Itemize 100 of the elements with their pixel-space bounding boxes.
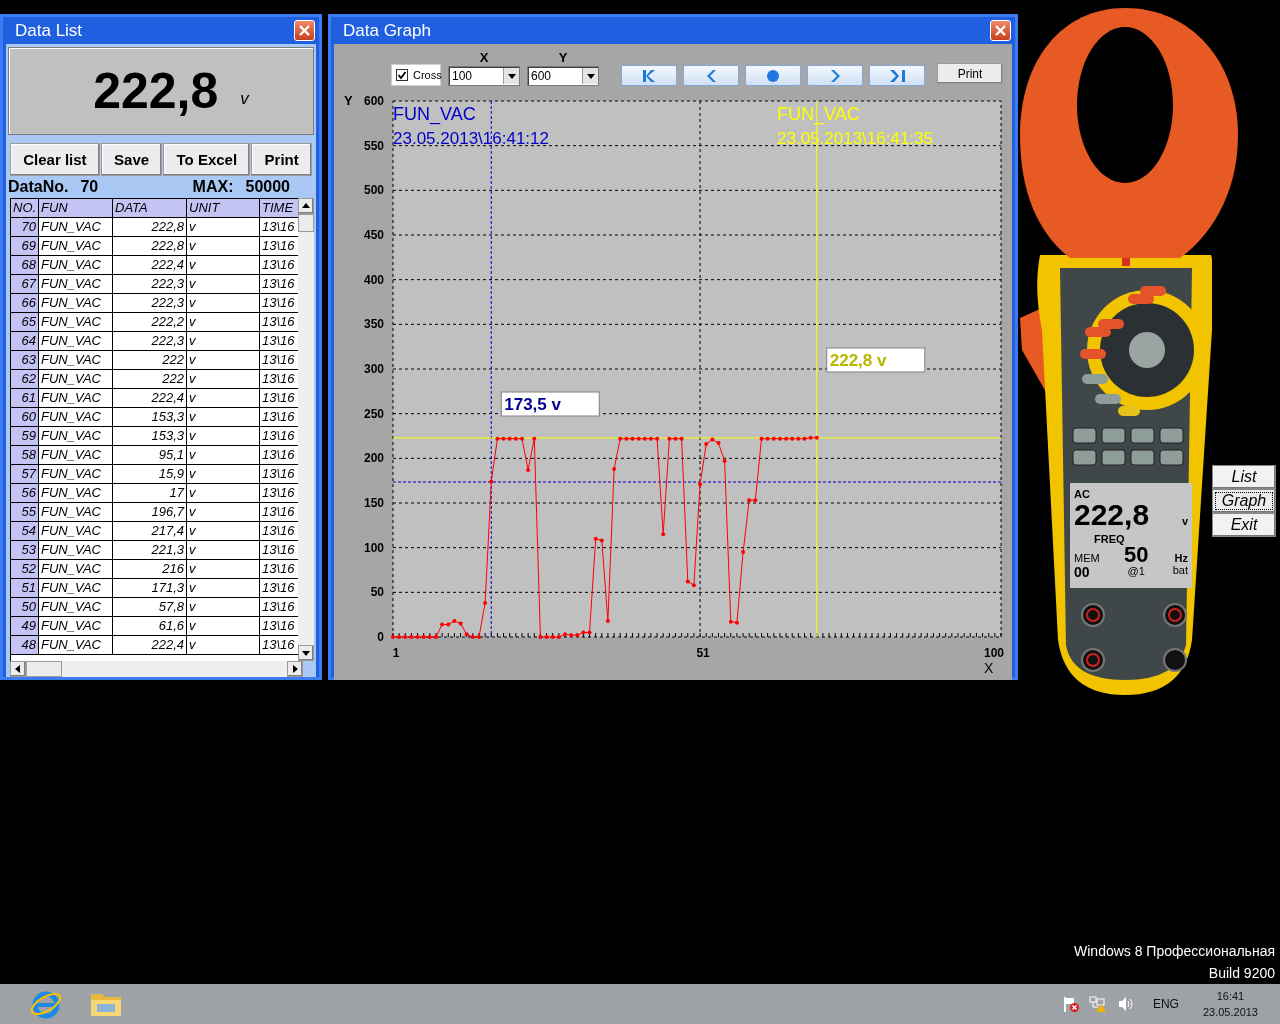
dot-icon <box>767 69 779 82</box>
column-header[interactable]: FUN <box>39 199 113 218</box>
nav-button[interactable]: List <box>1212 465 1276 489</box>
table-cell: 222,4 <box>113 636 187 655</box>
nav-button[interactable]: Exit <box>1212 513 1276 537</box>
axis-tick-label: 1 <box>392 646 400 660</box>
table-cell: 61,6 <box>113 617 187 636</box>
table-cell: v <box>187 446 260 465</box>
table-cell: 222,8 <box>113 218 187 237</box>
cross-checkbox[interactable]: Cross <box>391 64 441 86</box>
network-warning-icon[interactable] <box>1088 996 1107 1012</box>
table-cell: FUN_VAC <box>39 294 113 313</box>
table-cell: 222,4 <box>113 389 187 408</box>
table-cell: 196,7 <box>113 503 187 522</box>
close-icon <box>298 24 311 37</box>
toolbar-button[interactable]: Clear list <box>10 143 100 176</box>
axis-tick-label: 300 <box>363 362 384 376</box>
table-cell: v <box>187 351 260 370</box>
vertical-scrollbar[interactable] <box>298 198 314 661</box>
scale-dropdown[interactable]: 100 <box>448 66 520 86</box>
column-header[interactable]: DATA <box>113 199 187 218</box>
table-cell: 68 <box>11 256 39 275</box>
frequency-unit: Hz <box>1174 552 1188 564</box>
table-cell: 222,3 <box>113 294 187 313</box>
chevron-left-icon <box>706 69 716 82</box>
annotation: 173,5 v <box>504 395 562 415</box>
axis-tick-label: 550 <box>363 138 384 153</box>
table-cell: FUN_VAC <box>39 617 113 636</box>
close-button[interactable] <box>294 20 315 41</box>
cursor-line[interactable] <box>490 100 492 638</box>
window-title: Data List <box>15 20 83 41</box>
frequency-value: 50 <box>1123 545 1149 565</box>
scroll-up-button[interactable] <box>298 198 314 214</box>
table-cell: 171,3 <box>113 579 187 598</box>
table-cell: 63 <box>11 351 39 370</box>
print-button[interactable]: Print <box>937 63 1003 84</box>
table-cell: 56 <box>11 484 39 503</box>
table-cell: v <box>187 617 260 636</box>
last-record-button[interactable] <box>869 65 925 86</box>
speaker-icon[interactable] <box>1116 996 1135 1012</box>
first-record-button[interactable] <box>621 65 677 86</box>
table-cell: FUN_VAC <box>39 351 113 370</box>
column-header[interactable]: UNIT <box>187 199 260 218</box>
caret-icon <box>586 73 595 79</box>
data-point <box>698 482 703 487</box>
column-header[interactable]: TIME <box>260 199 298 218</box>
data-point <box>563 632 567 637</box>
range-label: @1 <box>1127 565 1145 577</box>
data-point <box>661 532 666 537</box>
table-cell: 50 <box>11 598 39 617</box>
data-point <box>391 635 395 639</box>
center-record-button[interactable] <box>745 65 801 86</box>
toolbar-button[interactable]: Print <box>251 143 312 176</box>
table-cell: v <box>187 256 260 275</box>
table-cell: 222,2 <box>113 313 187 332</box>
column-header[interactable]: NO. <box>11 199 39 218</box>
clock[interactable]: 16:41 23.05.2013 <box>1202 988 1258 1020</box>
horizontal-scrollbar[interactable] <box>10 661 303 677</box>
table-cell: v <box>187 598 260 617</box>
table-cell: FUN_VAC <box>39 256 113 275</box>
reading-unit: v <box>240 89 249 109</box>
table-cell: 65 <box>11 313 39 332</box>
scroll-down-button[interactable] <box>298 645 314 661</box>
scale-dropdown[interactable]: 600 <box>527 66 599 86</box>
next-record-button[interactable] <box>807 65 863 86</box>
scroll-thumb[interactable] <box>298 214 314 232</box>
table-cell: v <box>187 427 260 446</box>
table-cell: v <box>187 636 260 655</box>
table-cell: FUN_VAC <box>39 427 113 446</box>
table-cell: FUN_VAC <box>39 446 113 465</box>
toolbar-button[interactable]: Save <box>100 143 163 176</box>
toolbar-button[interactable]: To Excel <box>163 143 251 176</box>
cursor-value-box: 222,8 v <box>826 347 926 373</box>
close-icon <box>994 24 1007 37</box>
table-cell: 15,9 <box>113 465 187 484</box>
nav-button[interactable]: Graph <box>1212 489 1276 513</box>
table-cell: 222 <box>113 351 187 370</box>
table-cell: v <box>187 370 260 389</box>
table-cell: 58 <box>11 446 39 465</box>
table-cell: 66 <box>11 294 39 313</box>
cursor-line[interactable] <box>392 481 1002 483</box>
dropdown-button[interactable] <box>582 68 598 84</box>
previous-record-button[interactable] <box>683 65 739 86</box>
reading-value: 222,8 <box>93 62 219 120</box>
table-cell: v <box>187 579 260 598</box>
chevron-right-icon <box>830 69 840 82</box>
cursor-function-label: FUN_VAC <box>393 104 476 124</box>
table-cell: FUN_VAC <box>39 541 113 560</box>
data-point <box>483 601 488 606</box>
table-cell: 60 <box>11 408 39 427</box>
scroll-right-button[interactable] <box>287 661 303 677</box>
language-indicator[interactable]: ENG <box>1152 997 1179 1011</box>
close-button[interactable] <box>990 20 1011 41</box>
table-cell: FUN_VAC <box>39 389 113 408</box>
dropdown-button[interactable] <box>503 68 519 84</box>
table-cell: FUN_VAC <box>39 484 113 503</box>
scroll-thumb[interactable] <box>26 661 62 677</box>
flag-warning-icon[interactable] <box>1062 996 1079 1012</box>
table-cell: 48 <box>11 636 39 655</box>
scroll-left-button[interactable] <box>10 661 26 677</box>
